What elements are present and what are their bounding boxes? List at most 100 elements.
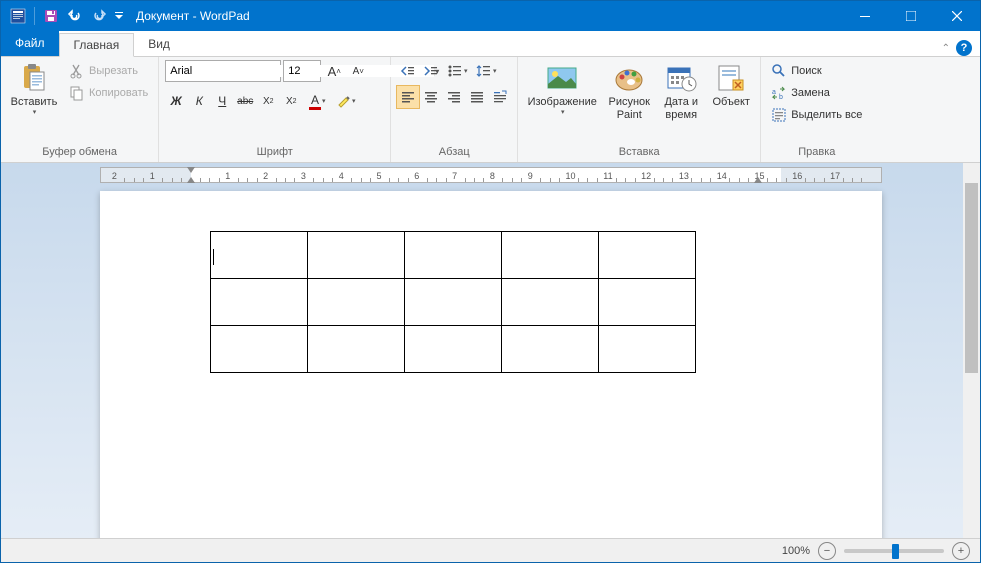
align-center-button[interactable] — [420, 86, 442, 108]
font-group: ▾ ▾ A˄ A˅ Ж К Ч abc X2 X2 A▾ — [159, 57, 391, 162]
file-tab[interactable]: Файл — [1, 30, 59, 56]
table-cell[interactable] — [598, 326, 695, 373]
table-cell[interactable] — [307, 232, 404, 279]
app-icon[interactable] — [7, 5, 29, 27]
ribbon-tabs: Файл Главная Вид ⌃ ? — [1, 31, 980, 57]
superscript-button[interactable]: X2 — [280, 90, 302, 112]
font-size-combo[interactable]: ▾ — [283, 60, 321, 82]
insert-paint-button[interactable]: Рисунок Paint — [604, 60, 654, 124]
bold-button[interactable]: Ж — [165, 90, 187, 112]
title-bar: Документ - WordPad — [1, 1, 980, 31]
line-spacing-button[interactable]: ▾ — [472, 60, 500, 82]
copy-label: Копировать — [89, 87, 148, 99]
cut-label: Вырезать — [89, 65, 138, 77]
cut-icon — [69, 63, 85, 79]
increase-indent-button[interactable] — [420, 60, 442, 82]
font-group-label: Шрифт — [165, 144, 384, 161]
document-page[interactable] — [100, 191, 882, 538]
table-cell[interactable] — [404, 279, 501, 326]
svg-text:b: b — [779, 94, 783, 101]
scrollbar-thumb[interactable] — [965, 183, 978, 373]
collapse-ribbon-icon[interactable]: ⌃ — [942, 43, 950, 54]
paste-button[interactable]: Вставить ▾ — [7, 60, 61, 120]
cut-button[interactable]: Вырезать — [65, 60, 152, 82]
close-button[interactable] — [934, 1, 980, 31]
decrease-indent-button[interactable] — [397, 60, 419, 82]
replace-button[interactable]: ab Замена — [767, 82, 866, 104]
insert-image-button[interactable]: Изображение▾ — [524, 60, 600, 120]
paste-label: Вставить — [11, 96, 58, 109]
find-icon — [771, 63, 787, 79]
copy-button[interactable]: Копировать — [65, 82, 152, 104]
paragraph-group-label: Абзац — [397, 144, 511, 161]
image-icon — [546, 62, 578, 94]
editing-group: Поиск ab Замена Выделить все Правка — [761, 57, 872, 162]
bullets-button[interactable]: ▾ — [443, 60, 471, 82]
table-cell[interactable] — [404, 326, 501, 373]
subscript-button[interactable]: X2 — [257, 90, 279, 112]
home-tab[interactable]: Главная — [59, 33, 135, 57]
vertical-scrollbar[interactable] — [963, 163, 980, 538]
copy-icon — [69, 85, 85, 101]
help-icon[interactable]: ? — [956, 40, 972, 56]
font-color-button[interactable]: A▾ — [303, 90, 331, 112]
table-cell[interactable] — [501, 326, 598, 373]
datetime-icon — [665, 62, 697, 94]
shrink-font-button[interactable]: A˅ — [347, 60, 369, 82]
insert-datetime-button[interactable]: Дата и время — [658, 60, 704, 124]
status-bar: 100% − + — [1, 538, 980, 562]
underline-button[interactable]: Ч — [211, 90, 233, 112]
editing-group-label: Правка — [767, 144, 866, 161]
save-icon[interactable] — [40, 5, 62, 27]
qat-customize-icon[interactable] — [112, 5, 126, 27]
text-caret — [213, 249, 214, 265]
minimize-button[interactable] — [842, 1, 888, 31]
zoom-in-button[interactable]: + — [952, 542, 970, 560]
redo-icon[interactable] — [88, 5, 110, 27]
document-scroll[interactable] — [1, 183, 980, 538]
table-cell[interactable] — [501, 232, 598, 279]
table-cell[interactable] — [598, 279, 695, 326]
table-cell[interactable] — [307, 326, 404, 373]
select-all-icon — [771, 107, 787, 123]
replace-label: Замена — [791, 87, 830, 99]
highlight-button[interactable]: ▾ — [332, 90, 360, 112]
ruler-container: 211234567891011121314151617 — [1, 163, 980, 183]
document-table[interactable] — [210, 231, 696, 373]
justify-button[interactable] — [466, 86, 488, 108]
horizontal-ruler[interactable]: 211234567891011121314151617 — [100, 167, 882, 183]
grow-font-button[interactable]: A˄ — [323, 60, 345, 82]
window-title: Документ - WordPad — [136, 9, 250, 23]
object-icon — [715, 62, 747, 94]
align-left-button[interactable] — [397, 86, 419, 108]
table-cell[interactable] — [307, 279, 404, 326]
svg-text:a: a — [772, 89, 776, 96]
select-all-button[interactable]: Выделить все — [767, 104, 866, 126]
chevron-down-icon: ▾ — [33, 109, 37, 117]
zoom-out-button[interactable]: − — [818, 542, 836, 560]
table-cell[interactable] — [404, 232, 501, 279]
insert-object-button[interactable]: Объект — [708, 60, 754, 111]
table-cell[interactable] — [210, 279, 307, 326]
table-cell[interactable] — [501, 279, 598, 326]
italic-button[interactable]: К — [188, 90, 210, 112]
undo-icon[interactable] — [64, 5, 86, 27]
window-controls — [842, 1, 980, 31]
wordpad-window: Документ - WordPad Файл Главная Вид ⌃ ? … — [0, 0, 981, 563]
insert-paint-label: Рисунок Paint — [606, 96, 652, 122]
table-cell[interactable] — [598, 232, 695, 279]
paragraph-dialog-button[interactable] — [489, 86, 511, 108]
maximize-button[interactable] — [888, 1, 934, 31]
find-button[interactable]: Поиск — [767, 60, 866, 82]
strikethrough-button[interactable]: abc — [234, 90, 256, 112]
table-cell[interactable] — [210, 232, 307, 279]
zoom-slider[interactable] — [844, 549, 944, 553]
zoom-slider-thumb[interactable] — [892, 544, 899, 559]
replace-icon: ab — [771, 85, 787, 101]
insert-group-label: Вставка — [524, 144, 754, 161]
view-tab[interactable]: Вид — [134, 32, 184, 56]
font-family-combo[interactable]: ▾ — [165, 60, 281, 82]
zoom-level: 100% — [782, 545, 810, 557]
align-right-button[interactable] — [443, 86, 465, 108]
table-cell[interactable] — [210, 326, 307, 373]
